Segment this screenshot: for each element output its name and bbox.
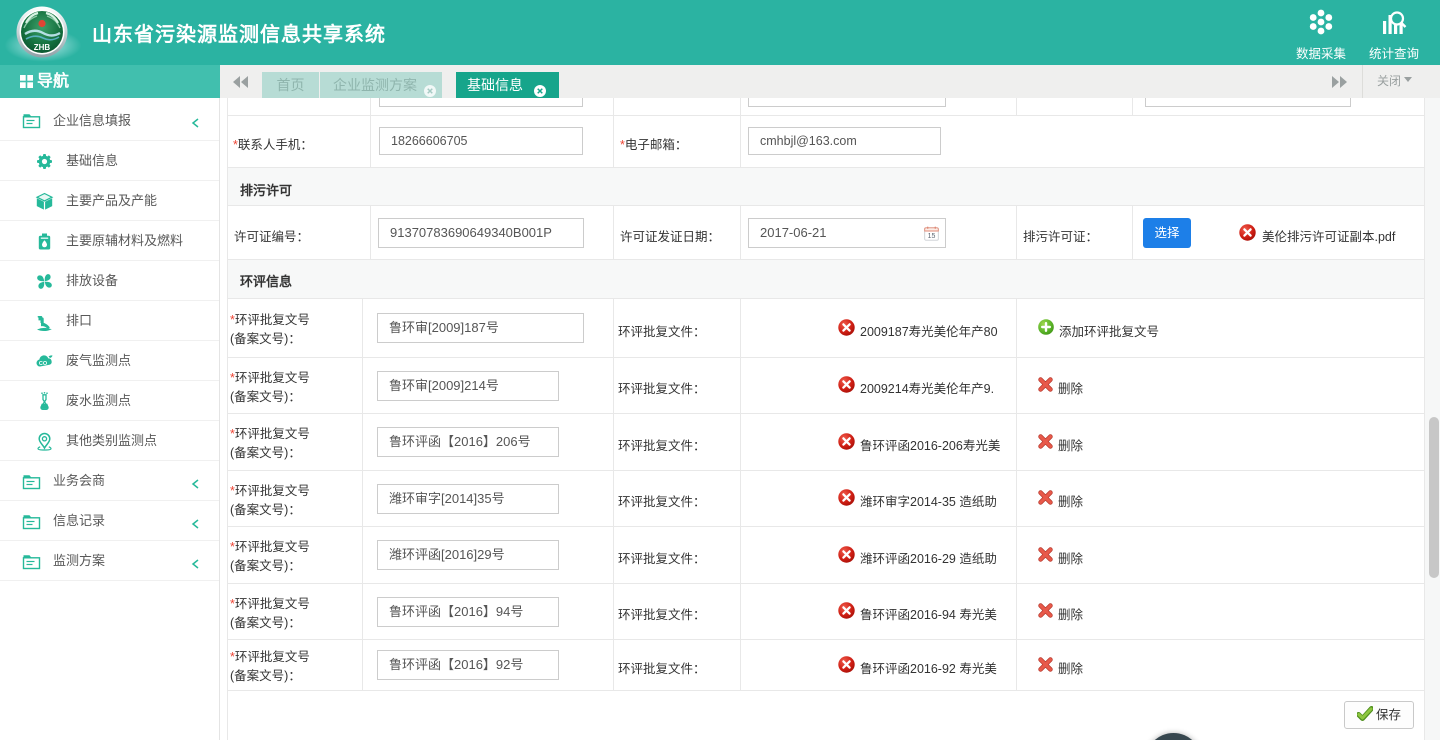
svg-text:CO: CO [39, 361, 48, 367]
svg-text:15: 15 [928, 233, 936, 240]
svg-text:ZHB: ZHB [34, 43, 51, 52]
